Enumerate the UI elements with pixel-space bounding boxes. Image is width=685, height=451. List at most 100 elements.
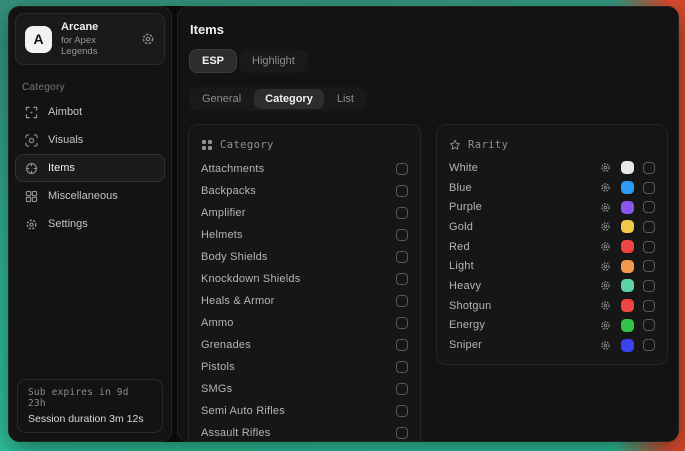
checkbox[interactable] bbox=[643, 241, 655, 253]
gear-icon[interactable] bbox=[600, 241, 611, 252]
category-row-smgs[interactable]: SMGs bbox=[201, 378, 408, 400]
sidebar-item-visuals[interactable]: Visuals bbox=[15, 126, 165, 154]
gear-icon[interactable] bbox=[600, 162, 611, 173]
app-subtitle: for Apex Legends bbox=[61, 35, 132, 57]
color-swatch[interactable] bbox=[621, 220, 634, 233]
rarity-row-energy[interactable]: Energy bbox=[449, 316, 655, 336]
sidebar-item-items[interactable]: Items bbox=[15, 154, 165, 182]
checkbox[interactable] bbox=[396, 207, 408, 219]
mode-tab-highlight[interactable]: Highlight bbox=[239, 49, 308, 73]
category-item-label: Helmets bbox=[201, 229, 396, 241]
checkbox[interactable] bbox=[396, 339, 408, 351]
color-swatch[interactable] bbox=[621, 279, 634, 292]
rarity-row-heavy[interactable]: Heavy bbox=[449, 276, 655, 296]
category-item-label: Grenades bbox=[201, 339, 396, 351]
color-swatch[interactable] bbox=[621, 260, 634, 273]
color-swatch[interactable] bbox=[621, 201, 634, 214]
gear-icon[interactable] bbox=[600, 300, 611, 311]
color-swatch[interactable] bbox=[621, 299, 634, 312]
checkbox[interactable] bbox=[643, 260, 655, 272]
rarity-row-red[interactable]: Red bbox=[449, 237, 655, 257]
color-swatch[interactable] bbox=[621, 181, 634, 194]
checkbox[interactable] bbox=[396, 185, 408, 197]
star-icon bbox=[449, 139, 461, 151]
rarity-row-white[interactable]: White bbox=[449, 158, 655, 178]
checkbox[interactable] bbox=[643, 162, 655, 174]
category-row-assault-rifles[interactable]: Assault Rifles bbox=[201, 422, 408, 442]
category-row-attachments[interactable]: Attachments bbox=[201, 158, 408, 180]
sidebar-item-aimbot[interactable]: Aimbot bbox=[15, 98, 165, 126]
category-row-amplifier[interactable]: Amplifier bbox=[201, 202, 408, 224]
color-swatch[interactable] bbox=[621, 319, 634, 332]
checkbox[interactable] bbox=[643, 182, 655, 194]
checkbox[interactable] bbox=[643, 280, 655, 292]
checkbox[interactable] bbox=[396, 317, 408, 329]
color-swatch[interactable] bbox=[621, 161, 634, 174]
rarity-item-label: Light bbox=[449, 260, 600, 272]
category-item-label: Body Shields bbox=[201, 251, 396, 263]
sidebar-item-label: Settings bbox=[48, 218, 88, 230]
rarity-row-sniper[interactable]: Sniper bbox=[449, 335, 655, 355]
category-item-label: Backpacks bbox=[201, 185, 396, 197]
category-row-body-shields[interactable]: Body Shields bbox=[201, 246, 408, 268]
category-row-helmets[interactable]: Helmets bbox=[201, 224, 408, 246]
checkbox[interactable] bbox=[643, 221, 655, 233]
category-row-ammo[interactable]: Ammo bbox=[201, 312, 408, 334]
rarity-item-label: Sniper bbox=[449, 339, 600, 351]
rarity-row-blue[interactable]: Blue bbox=[449, 178, 655, 198]
rarity-item-label: Gold bbox=[449, 221, 600, 233]
rarity-row-light[interactable]: Light bbox=[449, 256, 655, 276]
brand-text: Arcane for Apex Legends bbox=[61, 21, 132, 57]
view-tabs: General Category List bbox=[189, 87, 367, 111]
checkbox[interactable] bbox=[396, 229, 408, 241]
sidebar-item-settings[interactable]: Settings bbox=[15, 210, 165, 238]
category-row-heals-armor[interactable]: Heals & Armor bbox=[201, 290, 408, 312]
checkbox[interactable] bbox=[396, 295, 408, 307]
color-swatch[interactable] bbox=[621, 339, 634, 352]
checkbox[interactable] bbox=[396, 405, 408, 417]
checkbox[interactable] bbox=[396, 427, 408, 439]
rarity-row-shotgun[interactable]: Shotgun bbox=[449, 296, 655, 316]
gear-icon[interactable] bbox=[600, 261, 611, 272]
category-row-semi-auto-rifles[interactable]: Semi Auto Rifles bbox=[201, 400, 408, 422]
checkbox[interactable] bbox=[396, 383, 408, 395]
mode-tab-esp[interactable]: ESP bbox=[189, 49, 237, 73]
view-tab-list[interactable]: List bbox=[326, 89, 365, 109]
category-row-knockdown-shields[interactable]: Knockdown Shields bbox=[201, 268, 408, 290]
gear-icon[interactable] bbox=[600, 221, 611, 232]
gear-icon[interactable] bbox=[600, 280, 611, 291]
app-window: A Arcane for Apex Legends Category Aimbo… bbox=[8, 6, 679, 442]
checkbox[interactable] bbox=[643, 339, 655, 351]
color-swatch[interactable] bbox=[621, 240, 634, 253]
checkbox[interactable] bbox=[396, 251, 408, 263]
rarity-row-purple[interactable]: Purple bbox=[449, 197, 655, 217]
gear-icon[interactable] bbox=[600, 320, 611, 331]
gear-icon[interactable] bbox=[600, 202, 611, 213]
checkbox[interactable] bbox=[396, 163, 408, 175]
app-logo: A bbox=[25, 26, 52, 53]
grid-icon bbox=[25, 190, 38, 203]
category-row-pistols[interactable]: Pistols bbox=[201, 356, 408, 378]
category-item-label: Ammo bbox=[201, 317, 396, 329]
rarity-panel: Rarity White Blue Purple Gold Red Light bbox=[436, 124, 668, 365]
category-row-backpacks[interactable]: Backpacks bbox=[201, 180, 408, 202]
rarity-row-gold[interactable]: Gold bbox=[449, 217, 655, 237]
panels-row: Category Attachments Backpacks Amplifier… bbox=[188, 124, 668, 442]
view-tab-category[interactable]: Category bbox=[254, 89, 324, 109]
category-row-grenades[interactable]: Grenades bbox=[201, 334, 408, 356]
checkbox[interactable] bbox=[643, 319, 655, 331]
rarity-list: White Blue Purple Gold Red Light Heavy bbox=[449, 158, 655, 355]
checkbox[interactable] bbox=[396, 273, 408, 285]
gear-icon[interactable] bbox=[600, 182, 611, 193]
sidebar-item-miscellaneous[interactable]: Miscellaneous bbox=[15, 182, 165, 210]
main-content: Items ESP Highlight General Category Lis… bbox=[177, 6, 679, 442]
checkbox[interactable] bbox=[643, 201, 655, 213]
view-tab-general[interactable]: General bbox=[191, 89, 252, 109]
checkbox[interactable] bbox=[396, 361, 408, 373]
category-item-label: Assault Rifles bbox=[201, 427, 396, 439]
subscription-info-card: Sub expires in 9d 23h Session duration 3… bbox=[17, 379, 163, 433]
gear-icon[interactable] bbox=[141, 32, 155, 46]
category-item-label: Attachments bbox=[201, 163, 396, 175]
checkbox[interactable] bbox=[643, 300, 655, 312]
gear-icon[interactable] bbox=[600, 340, 611, 351]
